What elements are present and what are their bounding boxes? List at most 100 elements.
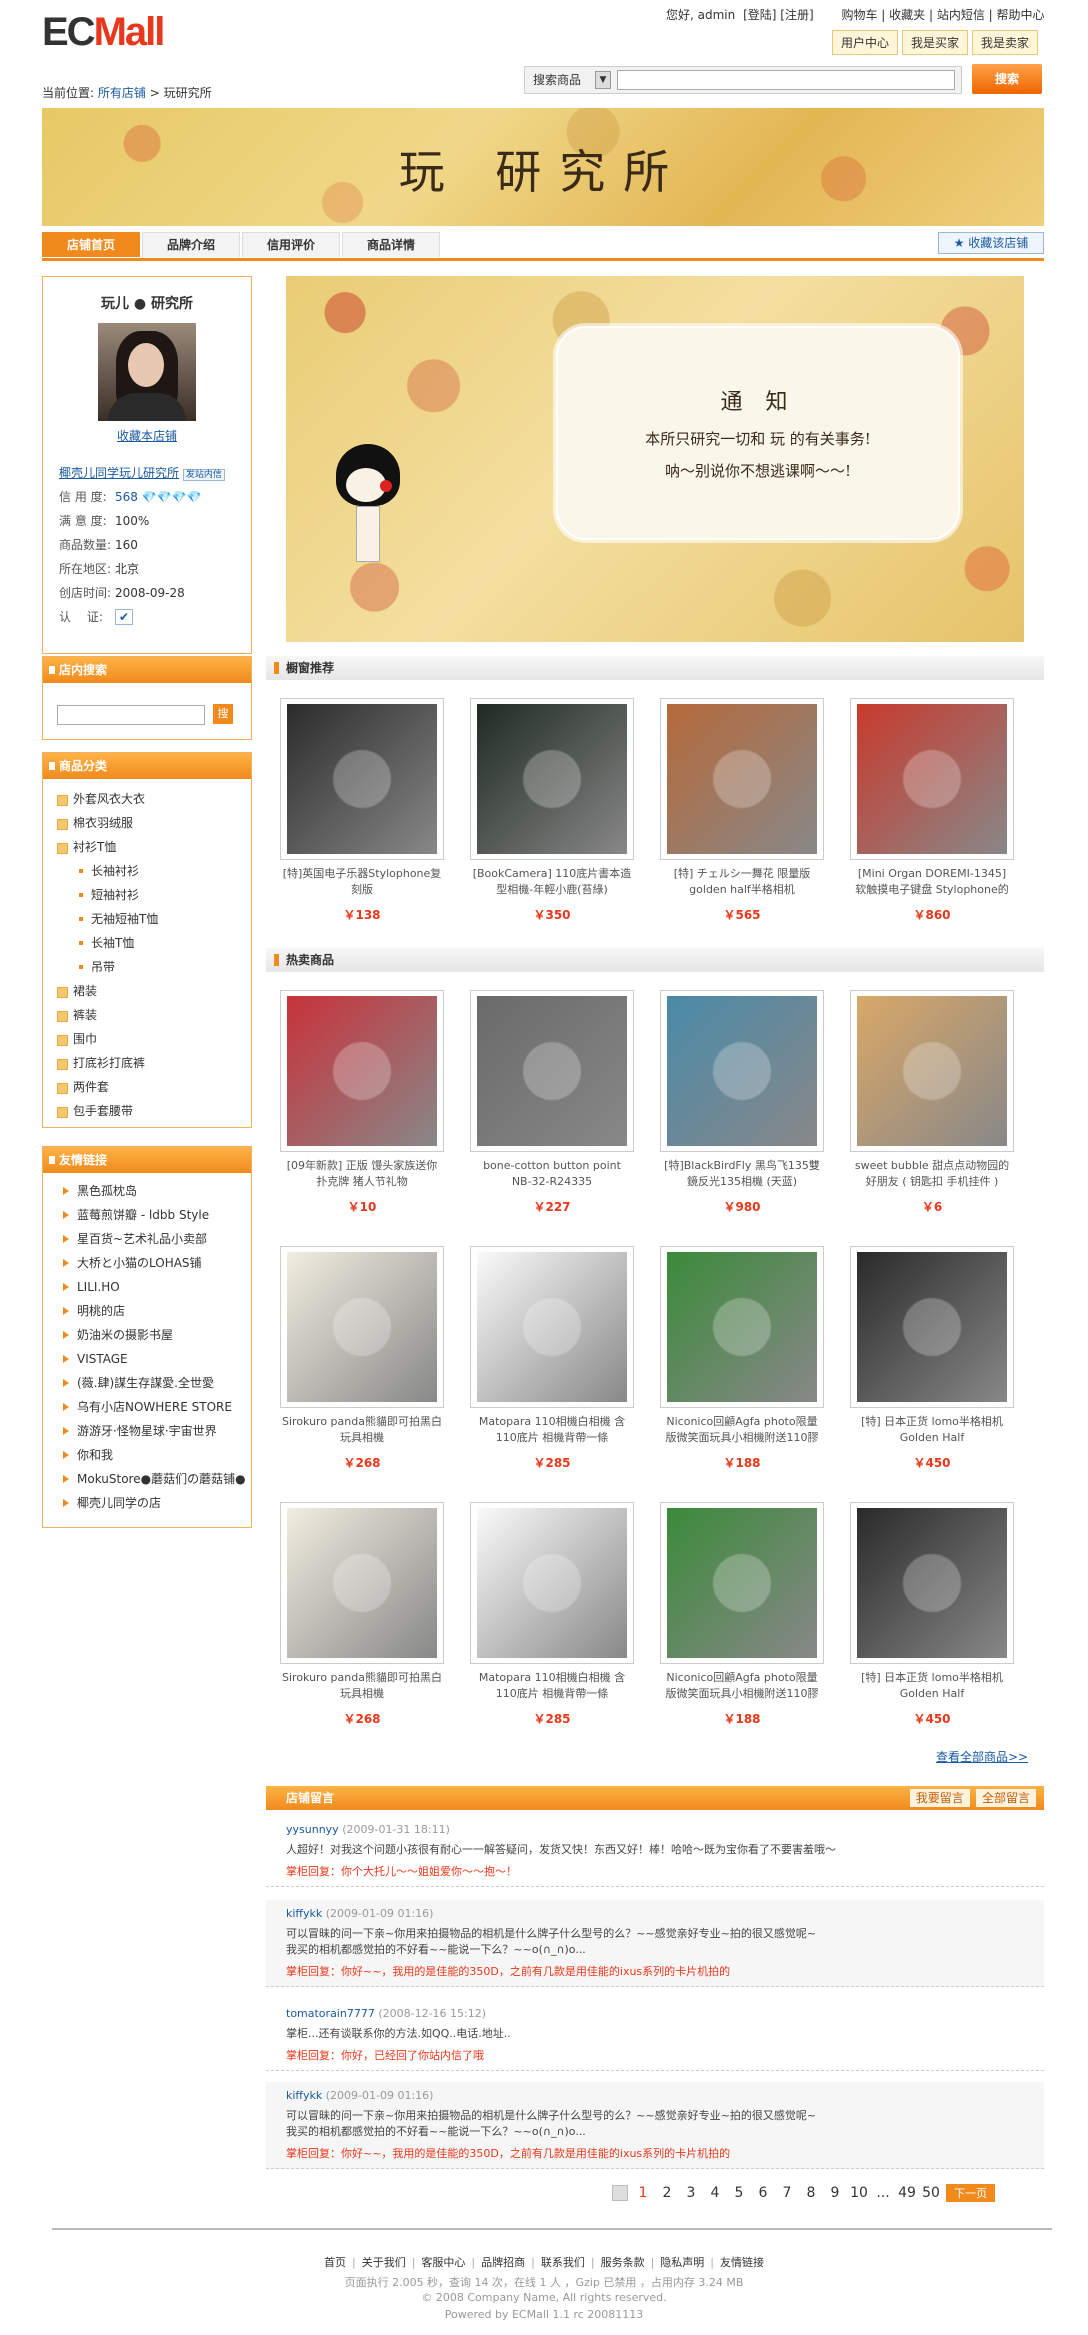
product-name[interactable]: [特] 日本正货 lomo半格相机Golden Half [848, 1670, 1016, 1704]
product-card[interactable]: [Mini Organ DOREMI-1345] 软触摸电子键盘 Styloph… [848, 698, 1016, 923]
category-item[interactable]: 裤装 [43, 1003, 251, 1027]
product-image[interactable] [660, 698, 824, 860]
friend-link-item[interactable]: 乌有小店NOWHERE STORE [43, 1395, 251, 1419]
product-name[interactable]: [BookCamera] 110底片書本造型相機-年輕小鹿(苔綠) [468, 866, 636, 900]
all-messages-button[interactable]: 全部留言 [975, 1789, 1036, 1807]
buyer-button[interactable]: 我是买家 [902, 30, 969, 55]
search-button[interactable]: 搜索 [972, 64, 1042, 94]
product-image[interactable] [280, 1502, 444, 1664]
category-item[interactable]: 短袖衬衫 [43, 883, 251, 907]
product-card[interactable]: [特] 日本正货 lomo半格相机Golden Half ￥450 [848, 1502, 1016, 1727]
category-item[interactable]: 裙装 [43, 979, 251, 1003]
send-message-badge[interactable]: 发站内信 [182, 469, 225, 481]
product-image[interactable] [660, 990, 824, 1152]
friend-link-item[interactable]: 明桃的店 [43, 1299, 251, 1323]
product-name[interactable]: [特] チェルシ一舞花 限量版golden half半格相机 [658, 866, 826, 900]
product-card[interactable]: sweet bubble 甜点点动物园的好朋友 ( 钥匙扣 手机挂件 ) ￥6 [848, 990, 1016, 1215]
product-image[interactable] [850, 698, 1014, 860]
product-name[interactable]: [特]BlackBirdFly 黑鸟飞135雙鏡反光135相機 (天蓝) [658, 1158, 826, 1192]
category-item[interactable]: 长袖衬衫 [43, 859, 251, 883]
product-name[interactable]: sweet bubble 甜点点动物园的好朋友 ( 钥匙扣 手机挂件 ) [848, 1158, 1016, 1192]
product-name[interactable]: Matopara 110相機白相機 含110底片 相機背帶一條 [468, 1670, 636, 1704]
favorites-link[interactable]: 收藏夹 [889, 8, 925, 22]
product-name[interactable]: [特] 日本正货 lomo半格相机Golden Half [848, 1414, 1016, 1448]
category-item[interactable]: 棉衣羽绒服 [43, 811, 251, 835]
product-card[interactable]: [BookCamera] 110底片書本造型相機-年輕小鹿(苔綠) ￥350 [468, 698, 636, 923]
product-name[interactable]: Niconico回顧Agfa photo限量版微笑面玩具小相機附送110膠卷 [658, 1414, 826, 1448]
page-link[interactable]: 2 [658, 2185, 676, 2201]
view-all-products-link[interactable]: 查看全部商品>> [936, 1748, 1028, 1765]
tab-details[interactable]: 商品详情 [342, 232, 440, 257]
page-link[interactable]: 49 [898, 2185, 916, 2201]
product-name[interactable]: Matopara 110相機白相機 含110底片 相機背帶一條 [468, 1414, 636, 1448]
product-name[interactable]: Sirokuro panda熊貓即可拍黑白玩具相機 [278, 1670, 446, 1704]
product-image[interactable] [280, 698, 444, 860]
category-item[interactable]: 长袖T恤 [43, 931, 251, 955]
product-card[interactable]: [特] 日本正货 lomo半格相机Golden Half ￥450 [848, 1246, 1016, 1471]
category-item[interactable]: 吊带 [43, 955, 251, 979]
product-card[interactable]: [09年新款] 正版 馒头家族送你扑克牌 猪人节礼物 ￥10 [278, 990, 446, 1215]
product-name[interactable]: [09年新款] 正版 馒头家族送你扑克牌 猪人节礼物 [278, 1158, 446, 1192]
post-message-button[interactable]: 我要留言 [909, 1789, 970, 1807]
friend-link-item[interactable]: 黑色孤枕岛 [43, 1179, 251, 1203]
message-user[interactable]: kiffykk [286, 2089, 322, 2102]
product-card[interactable]: Matopara 110相機白相機 含110底片 相機背帶一條 ￥285 [468, 1246, 636, 1471]
product-image[interactable] [470, 698, 634, 860]
page-link[interactable]: 1 [634, 2185, 652, 2201]
friend-link-item[interactable]: 大桥と小猫のLOHAS铺 [43, 1251, 251, 1275]
product-card[interactable]: [特]BlackBirdFly 黑鸟飞135雙鏡反光135相機 (天蓝) ￥980 [658, 990, 826, 1215]
search-input[interactable] [617, 70, 955, 90]
search-type-select[interactable]: 搜索商品 [533, 71, 581, 88]
footer-link[interactable]: 联系我们 [541, 2256, 585, 2269]
category-item[interactable]: 两件套 [43, 1075, 251, 1099]
product-card[interactable]: Niconico回顧Agfa photo限量版微笑面玩具小相機附送110膠卷 ￥1… [658, 1502, 826, 1727]
product-card[interactable]: Sirokuro panda熊貓即可拍黑白玩具相機 ￥268 [278, 1246, 446, 1471]
product-name[interactable]: bone-cotton button point NB-32-R24335 [468, 1158, 636, 1192]
product-image[interactable] [280, 1246, 444, 1408]
product-card[interactable]: Matopara 110相機白相機 含110底片 相機背帶一條 ￥285 [468, 1502, 636, 1727]
shop-search-input[interactable] [57, 705, 205, 725]
product-image[interactable] [280, 990, 444, 1152]
shop-owner-link[interactable]: 椰壳儿同学玩儿研究所 [59, 466, 179, 480]
user-center-button[interactable]: 用户中心 [832, 30, 899, 55]
page-link[interactable]: 4 [706, 2185, 724, 2201]
product-name[interactable]: Sirokuro panda熊貓即可拍黑白玩具相機 [278, 1414, 446, 1448]
page-link[interactable]: 8 [802, 2185, 820, 2201]
friend-link-item[interactable]: 蓝莓煎饼瓣 - ldbb Style [43, 1203, 251, 1227]
product-image[interactable] [470, 1246, 634, 1408]
friend-link-item[interactable]: 星百货~艺术礼品小卖部 [43, 1227, 251, 1251]
friend-link-item[interactable]: 你和我 [43, 1443, 251, 1467]
page-link[interactable]: 6 [754, 2185, 772, 2201]
favorite-shop-link[interactable]: 收藏本店铺 [117, 429, 177, 443]
message-user[interactable]: kiffykk [286, 1907, 322, 1920]
friend-link-item[interactable]: VISTAGE [43, 1347, 251, 1371]
message-user[interactable]: tomatorain7777 [286, 2007, 375, 2020]
footer-link[interactable]: 服务条款 [601, 2256, 645, 2269]
category-item[interactable]: 无袖短袖T恤 [43, 907, 251, 931]
message-user[interactable]: yysunnyy [286, 1823, 339, 1836]
page-link[interactable]: 7 [778, 2185, 796, 2201]
shop-search-button[interactable]: 搜 [213, 704, 233, 724]
product-name[interactable]: [特]英国电子乐器Stylophone复刻版 [278, 866, 446, 900]
product-image[interactable] [850, 990, 1014, 1152]
footer-link[interactable]: 品牌招商 [481, 2256, 525, 2269]
footer-link[interactable]: 关于我们 [362, 2256, 406, 2269]
logo[interactable]: ECMall [42, 10, 165, 55]
product-card[interactable]: [特]英国电子乐器Stylophone复刻版 ￥138 [278, 698, 446, 923]
cart-link[interactable]: 购物车 [841, 8, 877, 22]
category-item[interactable]: 衬衫T恤 [43, 835, 251, 859]
friend-link-item[interactable]: LILI.HO [43, 1275, 251, 1299]
product-name[interactable]: Niconico回顧Agfa photo限量版微笑面玩具小相機附送110膠卷 [658, 1670, 826, 1704]
product-image[interactable] [470, 1502, 634, 1664]
footer-link[interactable]: 友情链接 [720, 2256, 764, 2269]
site-mail-link[interactable]: 站内短信 [937, 8, 985, 22]
product-image[interactable] [660, 1502, 824, 1664]
category-item[interactable]: 打底衫打底裤 [43, 1051, 251, 1075]
category-item[interactable]: 围巾 [43, 1027, 251, 1051]
product-card[interactable]: bone-cotton button point NB-32-R24335 ￥22… [468, 990, 636, 1215]
product-name[interactable]: [Mini Organ DOREMI-1345] 软触摸电子键盘 Styloph… [848, 866, 1016, 900]
first-page-button[interactable] [612, 2185, 628, 2201]
product-image[interactable] [850, 1502, 1014, 1664]
friend-link-item[interactable]: 奶油米の摄影书屋 [43, 1323, 251, 1347]
next-page-button[interactable]: 下一页 [946, 2184, 995, 2202]
